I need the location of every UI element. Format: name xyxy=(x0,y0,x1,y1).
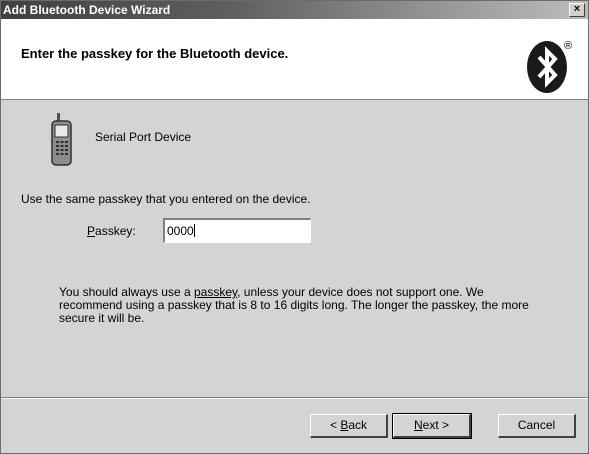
next-rest: ext > xyxy=(422,418,450,432)
next-mnemonic: N xyxy=(413,418,423,432)
info-text: You should always use a passkey, unless … xyxy=(59,286,529,325)
passkey-label: Passkey: xyxy=(87,224,136,238)
passkey-input[interactable]: 0000 xyxy=(163,218,311,243)
passkey-help-link[interactable]: passkey xyxy=(194,285,237,299)
passkey-value: 0000 xyxy=(167,224,194,238)
back-rest: ack xyxy=(348,418,368,432)
wizard-header: Enter the passkey for the Bluetooth devi… xyxy=(1,19,588,100)
passkey-label-rest: asskey: xyxy=(95,224,136,238)
title-bar[interactable]: Add Bluetooth Device Wizard × xyxy=(1,1,588,19)
window-title: Add Bluetooth Device Wizard xyxy=(3,3,171,17)
next-button[interactable]: Next > xyxy=(392,413,472,439)
info-text-start: You should always use a xyxy=(59,285,194,299)
bluetooth-icon: ® xyxy=(527,40,572,93)
wizard-window: Add Bluetooth Device Wizard × Enter the … xyxy=(0,0,589,454)
close-icon: × xyxy=(573,3,581,15)
wizard-content: Serial Port Device Use the same passkey … xyxy=(1,100,588,397)
instruction-text: Use the same passkey that you entered on… xyxy=(21,192,311,206)
wizard-footer: < Back Next > Cancel xyxy=(1,399,588,453)
page-title: Enter the passkey for the Bluetooth devi… xyxy=(21,46,289,61)
back-prefix: < xyxy=(329,418,341,432)
cancel-button[interactable]: Cancel xyxy=(498,414,576,438)
text-caret xyxy=(193,224,195,237)
close-button[interactable]: × xyxy=(569,3,585,17)
registered-mark: ® xyxy=(564,40,572,52)
passkey-mnemonic: P xyxy=(87,224,96,238)
device-name: Serial Port Device xyxy=(95,130,192,144)
back-button[interactable]: < Back xyxy=(310,414,388,438)
mobile-phone-icon xyxy=(51,113,72,166)
